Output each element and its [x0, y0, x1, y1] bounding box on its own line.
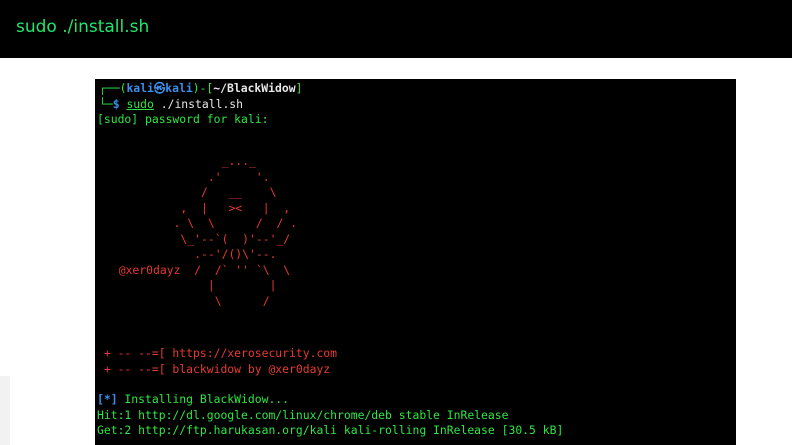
apt-get-line: Get:2 http://ftp.harukasan.org/kali kali… [97, 423, 564, 437]
prompt-corner-bottom: └─ [99, 96, 113, 111]
command-sudo: sudo [126, 96, 154, 111]
prompt-cwd: ~/BlackWidow [213, 81, 296, 95]
prompt-dollar: $ [112, 96, 127, 111]
prompt-close-bracket: ] [295, 81, 303, 95]
sudo-password-prompt: [sudo] password for kali: [97, 112, 276, 126]
install-status-line: [*] Installing BlackWidow... [97, 392, 289, 408]
prompt-line-2: └─$ sudo ./install.sh [99, 97, 243, 113]
install-status-bracket: [*] [97, 392, 118, 406]
prompt-line-1: ┌──(kali㉿kali)-[~/BlackWidow] [99, 81, 302, 97]
banner-author-line: + -- --=[ blackwidow by @xer0dayz [97, 361, 331, 376]
terminal-window[interactable]: ┌──(kali㉿kali)-[~/BlackWidow] └─$ sudo .… [95, 79, 736, 445]
page-title: sudo ./install.sh [16, 17, 150, 37]
prompt-user-host: kali㉿kali [126, 81, 193, 95]
spider-ascii-art: _..._ .' '. / __ \ , | >< | , . \ \ / / … [118, 154, 298, 308]
prompt-close-paren: ) [192, 81, 200, 95]
prompt-corner-top: ┌── [99, 81, 120, 95]
command-rest: ./install.sh [153, 96, 244, 111]
banner-url-line: + -- --=[ https://xerosecurity.com [97, 346, 338, 360]
header-bar: sudo ./install.sh [0, 0, 792, 58]
install-status-text: Installing BlackWidow... [117, 392, 290, 406]
apt-hit-line: Hit:1 http://dl.google.com/linux/chrome/… [97, 407, 509, 422]
left-edge-fragment [0, 376, 10, 445]
